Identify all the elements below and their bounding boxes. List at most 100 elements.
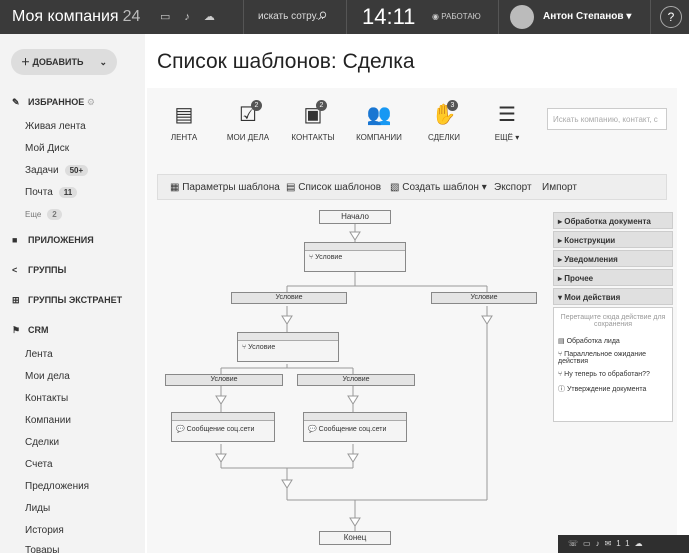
sidebar-item-deals[interactable]: Сделки <box>25 437 59 448</box>
my-action-item[interactable]: ⓘ Утверждение документа <box>554 381 672 397</box>
my-action-item[interactable]: ⑂ Ну теперь то обработан?? <box>554 368 672 381</box>
checklist-icon: ☑ 2 <box>213 100 283 130</box>
crm-tab-deals[interactable]: ✋ 3 СДЕЛКИ <box>409 100 479 142</box>
social-message-block[interactable]: 💬 Сообщение соц.сети <box>171 412 275 442</box>
condition-branch[interactable]: Условие <box>297 374 415 386</box>
export-button[interactable]: Экспорт <box>494 182 532 193</box>
block-header[interactable] <box>305 243 405 251</box>
work-status[interactable]: ◉ РАБОТАЮ <box>432 12 481 21</box>
section-favorites[interactable]: ✎ ИЗБРАННОЕ ⚙ <box>12 97 95 108</box>
block-header[interactable] <box>304 413 406 421</box>
section-apps[interactable]: ■ ПРИЛОЖЕНИЯ <box>12 235 94 245</box>
avatar[interactable] <box>510 5 534 29</box>
help-button[interactable]: ? <box>660 6 682 28</box>
user-menu[interactable]: Антон Степанов ▾ <box>543 11 631 22</box>
chat-icon: 💬 <box>308 426 317 433</box>
sidebar: ＋ ДОБАВИТЬ ⌄ ✎ ИЗБРАННОЕ ⚙ Живая лента Мой… <box>0 34 145 553</box>
page-title: Список шаблонов: Сделка <box>157 50 415 73</box>
crm-tab-label: ЕЩЁ ▾ <box>494 133 520 142</box>
sidebar-item-leads[interactable]: Лиды <box>25 503 50 514</box>
work-status-label: РАБОТАЮ <box>441 12 481 21</box>
toolbar-label: Список шаблонов <box>298 182 382 193</box>
contact-icon: ▣ 2 <box>278 100 348 130</box>
template-list-button[interactable]: ▤ Список шаблонов <box>286 182 381 193</box>
main-panel: ▤ ЛЕНТА ☑ 2 МОИ ДЕЛА ▣ 2 КОНТАКТЫ 👥 КОМПАНИИ ✋… <box>147 88 677 553</box>
condition-branch[interactable]: Условие <box>231 292 347 304</box>
section-crm[interactable]: ⚑ CRM <box>12 325 49 336</box>
crm-tab-more[interactable]: ☰ ЕЩЁ ▾ <box>472 102 542 142</box>
add-button-label: ДОБАВИТЬ <box>32 57 84 67</box>
divider <box>243 0 244 34</box>
group-label: Обработка документа <box>564 217 651 226</box>
bell-icon[interactable]: ♪ <box>596 539 605 548</box>
social-message-block[interactable]: 💬 Сообщение соц.сети <box>303 412 407 442</box>
group-other[interactable]: ▸ Прочее <box>553 269 673 286</box>
branch-icon: ⑂ <box>309 254 314 261</box>
create-template-button[interactable]: ▧ Создать шаблон ▾ <box>390 182 487 193</box>
crm-tab-label: МОИ ДЕЛА <box>226 133 270 142</box>
crm-tab-contacts[interactable]: ▣ 2 КОНТАКТЫ <box>278 100 348 142</box>
sidebar-item-tasks[interactable]: Задачи 50+ <box>25 165 89 176</box>
section-extranet[interactable]: ⊞ ГРУППЫ ЭКСТРАНЕТ <box>12 295 122 306</box>
phone-icon[interactable]: ☏ <box>568 539 583 548</box>
section-groups[interactable]: < ГРУППЫ <box>12 265 66 275</box>
group-label: Конструкции <box>564 236 616 245</box>
condition-branch[interactable]: Условие <box>431 292 537 304</box>
sidebar-item-contacts[interactable]: Контакты <box>25 393 68 404</box>
group-my-actions[interactable]: ▾ Мои действия <box>553 288 673 305</box>
my-action-item[interactable]: ▤ Обработка лида <box>554 334 672 348</box>
group-notifications[interactable]: ▸ Уведомления <box>553 250 673 267</box>
sidebar-item-disk[interactable]: Мой Диск <box>25 143 69 154</box>
condition-block[interactable]: ⑂ Условие <box>237 332 339 362</box>
chat-icon[interactable]: ▭ <box>583 539 596 548</box>
network-icon: ⊞ <box>12 295 20 305</box>
gear-icon[interactable]: ⚙ <box>87 97 95 107</box>
pin-icon: ✎ <box>12 97 20 107</box>
my-action-item[interactable]: ⑂ Параллельное ожидание действия <box>554 348 672 368</box>
block-header[interactable] <box>238 333 338 341</box>
document-icon: ▤ <box>174 104 194 126</box>
sidebar-item-companies[interactable]: Компании <box>25 415 71 426</box>
clock: 14:11 <box>362 4 416 29</box>
sidebar-item-products[interactable]: Товары <box>25 545 59 553</box>
cube-icon: ■ <box>12 235 18 245</box>
sidebar-item-label: Задачи <box>25 165 59 176</box>
sidebar-item-invoices[interactable]: Счета <box>25 459 53 470</box>
chat-icon[interactable]: ▭ <box>160 11 184 23</box>
user-name: Антон Степанов <box>543 11 624 22</box>
condition-branch[interactable]: Условие <box>165 374 283 386</box>
cloud-icon[interactable]: ☁ <box>635 539 648 548</box>
sidebar-item-more[interactable]: Еще 2 <box>25 209 62 220</box>
sidebar-item-history[interactable]: История <box>25 525 64 536</box>
crm-tab-companies[interactable]: 👥 КОМПАНИИ <box>344 102 414 142</box>
template-params-button[interactable]: ▦ Параметры шаблона <box>170 182 280 193</box>
sidebar-item-quotes[interactable]: Предложения <box>25 481 89 492</box>
company-logo[interactable]: Моя компания 24 <box>12 8 140 26</box>
import-button[interactable]: Импорт <box>542 182 577 193</box>
crm-tab-my-tasks[interactable]: ☑ 2 МОИ ДЕЛА <box>213 100 283 142</box>
block-label: Сообщение соц.сети <box>186 426 255 433</box>
group-constructions[interactable]: ▸ Конструкции <box>553 231 673 248</box>
crm-tab-label: ЛЕНТА <box>170 133 198 142</box>
sidebar-item-label: Еще <box>25 210 42 219</box>
block-header[interactable] <box>172 413 274 421</box>
sidebar-item-mail[interactable]: Почта 11 <box>25 187 78 198</box>
settings-icon: ▦ <box>170 182 180 193</box>
sidebar-item-feed[interactable]: Живая лента <box>25 121 86 132</box>
sidebar-item-crm-feed[interactable]: Лента <box>25 349 53 360</box>
add-button[interactable]: ＋ ДОБАВИТЬ ⌄ <box>11 49 117 75</box>
bell-icon[interactable]: ♪ <box>184 11 204 23</box>
employee-search-input[interactable]: искать сотру... <box>258 11 324 22</box>
condition-block[interactable]: ⑂ Условие <box>304 242 406 272</box>
group-label: Прочее <box>564 274 594 283</box>
messages-icon[interactable]: ✉11 <box>605 539 635 548</box>
crm-search-input[interactable]: Искать компанию, контакт, с <box>547 108 667 130</box>
sidebar-item-my-tasks[interactable]: Мои дела <box>25 371 70 382</box>
branch-label: Условие <box>275 294 303 301</box>
cloud-icon[interactable]: ☁ <box>204 11 229 23</box>
end-node[interactable]: Конец <box>319 531 391 545</box>
group-document-processing[interactable]: ▸ Обработка документа <box>553 212 673 229</box>
search-icon[interactable]: ⌕ <box>318 4 328 25</box>
crm-tab-feed[interactable]: ▤ ЛЕНТА <box>149 102 219 142</box>
start-node[interactable]: Начало <box>319 210 391 224</box>
